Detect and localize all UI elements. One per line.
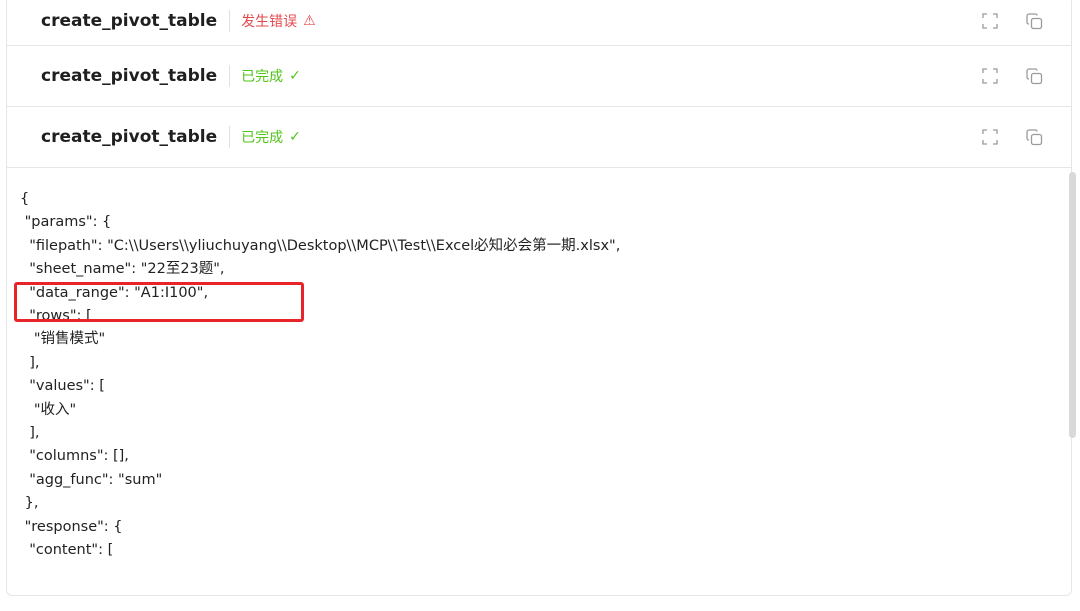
code-line: "data_range": "A1:I100",	[20, 284, 209, 301]
code-line: "收入"	[20, 401, 77, 418]
json-code: { "params": { "filepath": "C:\\Users\\yl…	[7, 168, 1071, 563]
status-label: 已完成	[241, 130, 284, 146]
check-icon: ✓	[289, 68, 301, 84]
row-actions	[981, 128, 1043, 146]
tool-call-row[interactable]: create_pivot_table 发生错误 ⚠	[7, 0, 1071, 46]
code-line: "content": [	[20, 542, 114, 559]
code-line: "agg_func": "sum"	[20, 471, 163, 488]
status-label: 发生错误	[241, 14, 298, 30]
tool-call-row[interactable]: create_pivot_table 已完成 ✓	[7, 107, 1071, 168]
code-line: ],	[20, 425, 40, 442]
status-badge-done: 已完成 ✓	[241, 66, 301, 86]
code-line: "sheet_name": "22至23题",	[20, 261, 225, 278]
code-line: "rows": [	[20, 308, 92, 325]
code-line: },	[20, 495, 39, 512]
code-line: "filepath": "C:\\Users\\yliuchuyang\\Des…	[20, 237, 621, 254]
tool-name: create_pivot_table	[41, 127, 218, 147]
status-label: 已完成	[241, 69, 284, 85]
row-actions	[981, 67, 1043, 85]
divider	[229, 126, 231, 148]
code-line: "response": {	[20, 518, 123, 535]
copy-icon[interactable]	[1025, 12, 1043, 30]
status-badge-error: 发生错误 ⚠	[241, 11, 316, 31]
check-icon: ✓	[289, 129, 301, 145]
code-line: ],	[20, 354, 40, 371]
code-line: "销售模式"	[20, 331, 106, 348]
code-line: "columns": [],	[20, 448, 129, 465]
copy-icon[interactable]	[1025, 128, 1043, 146]
expand-icon[interactable]	[981, 67, 999, 85]
divider	[229, 65, 231, 87]
json-code-view[interactable]: { "params": { "filepath": "C:\\Users\\yl…	[7, 168, 1071, 595]
tool-call-row[interactable]: create_pivot_table 已完成 ✓	[7, 46, 1071, 107]
tool-call-panel: create_pivot_table 发生错误 ⚠ create_pivot_t…	[6, 0, 1072, 596]
tool-name: create_pivot_table	[41, 11, 218, 31]
scrollbar-thumb[interactable]	[1069, 172, 1076, 438]
code-line: "values": [	[20, 378, 105, 395]
divider	[229, 10, 231, 32]
copy-icon[interactable]	[1025, 67, 1043, 85]
code-line: "params": {	[20, 214, 112, 231]
status-badge-done: 已完成 ✓	[241, 127, 301, 147]
tool-name: create_pivot_table	[41, 66, 218, 86]
expand-icon[interactable]	[981, 128, 999, 146]
warning-icon: ⚠	[303, 13, 316, 29]
code-line: {	[20, 191, 30, 207]
row-actions	[981, 12, 1043, 30]
expand-icon[interactable]	[981, 12, 999, 30]
